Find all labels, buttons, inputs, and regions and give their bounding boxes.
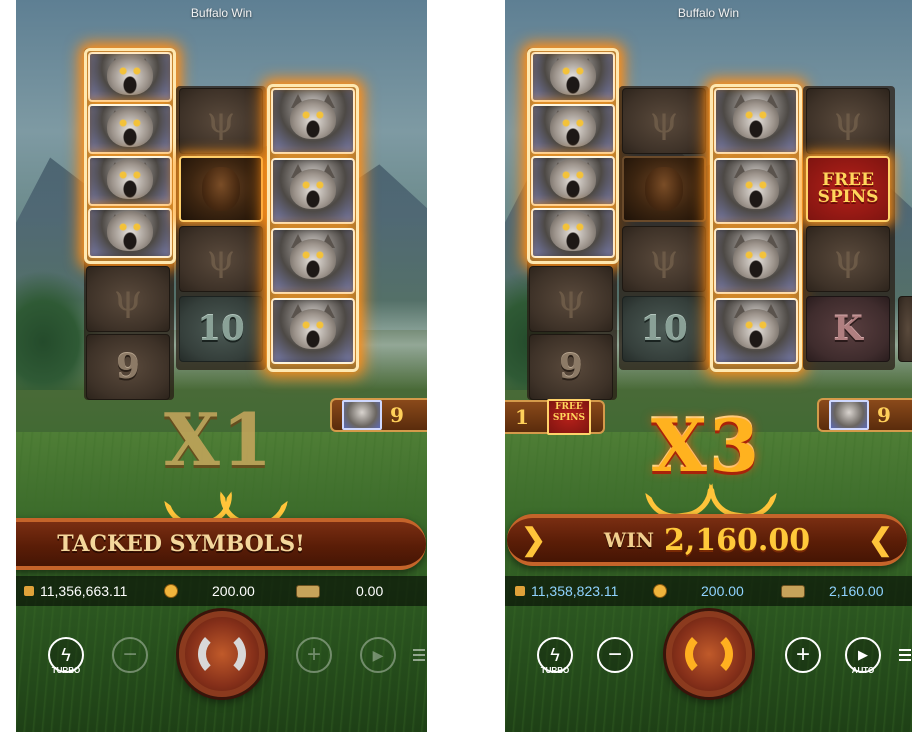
wheat-symbol	[622, 226, 706, 292]
spin-button[interactable]	[666, 611, 752, 697]
wolf-icon	[342, 400, 382, 430]
win-value: 2,160.00	[829, 583, 884, 599]
wolf-symbol	[88, 156, 172, 206]
win-value: 0.00	[356, 583, 384, 599]
turbo-label: TURBO	[540, 666, 570, 675]
spin-arrows-icon	[685, 630, 733, 678]
auto-label: AUTO	[851, 666, 875, 675]
wolf-symbol	[714, 88, 798, 154]
menu-icon[interactable]	[413, 649, 425, 661]
wolf-count-badge: 9	[330, 398, 427, 432]
coin-icon	[653, 584, 667, 598]
coin-icon	[164, 584, 178, 598]
win-icon	[296, 584, 320, 598]
wolf-icon	[829, 400, 869, 430]
decrease-bet-button[interactable]: −	[597, 637, 633, 673]
wolf-symbol	[88, 104, 172, 154]
game-title: Buffalo Win	[190, 6, 253, 20]
lightning-icon: ϟ	[61, 644, 71, 665]
bet-value: 200.00	[212, 583, 255, 599]
balance-value: 11,358,823.11	[531, 583, 619, 599]
multiplier-label: X3	[651, 403, 761, 488]
buffalo-symbol	[179, 156, 263, 222]
win-amount: 2,160.00	[663, 522, 811, 558]
play-icon: ▶	[372, 646, 384, 663]
wallet-icon	[515, 586, 525, 596]
nine-symbol: 9	[86, 334, 170, 400]
wheat-symbol	[179, 226, 263, 292]
mustache-ornament	[647, 480, 775, 516]
autoplay-button[interactable]: ▶	[360, 637, 396, 673]
turbo-button[interactable]: ϟ TURBO	[48, 637, 84, 675]
ten-symbol: 10	[622, 296, 706, 362]
win-banner: ❯ WIN 2,160.00 ❮	[507, 514, 907, 566]
free-spins-count: 1	[515, 405, 529, 429]
turbo-button[interactable]: ϟ TURBO	[537, 637, 573, 675]
nine-symbol: 9	[529, 334, 613, 400]
info-bar: 11,358,823.11 200.00 2,160.00	[505, 576, 912, 606]
bet-value: 200.00	[701, 583, 744, 599]
ten-symbol: 10	[179, 296, 263, 362]
menu-icon[interactable]	[899, 649, 911, 661]
wheat-symbol	[622, 88, 706, 154]
free-spins-count-badge: 1 FREE SPINS	[505, 399, 605, 435]
minus-icon: −	[122, 641, 137, 668]
wolf-symbol	[531, 208, 615, 258]
arrow-right-icon: ❯	[521, 523, 547, 557]
lightning-icon: ϟ	[550, 644, 560, 665]
left-game-screen: Buffalo Win 9 10 9 X1 TACKED SYMBOLS! 11…	[16, 0, 427, 732]
wolf-symbol	[271, 158, 355, 224]
wallet-icon	[24, 586, 34, 596]
wolf-symbol	[271, 298, 355, 364]
play-icon: ▶	[858, 647, 868, 662]
game-title: Buffalo Win	[677, 6, 740, 20]
buffalo-symbol	[622, 156, 706, 222]
wolf-symbol	[714, 298, 798, 364]
wolf-symbol	[271, 228, 355, 294]
win-icon	[781, 584, 805, 598]
wolf-symbol	[714, 228, 798, 294]
wolf-symbol	[88, 208, 172, 258]
wolf-count: 9	[877, 403, 891, 427]
wolf-symbol	[88, 52, 172, 102]
free-spins-symbol: FREE SPINS	[806, 156, 890, 222]
wheat-symbol	[529, 266, 613, 332]
free-spins-symbol-text: FREE SPINS	[817, 170, 879, 207]
plus-icon: +	[795, 641, 810, 668]
wolf-symbol	[531, 156, 615, 206]
wolf-symbol	[714, 158, 798, 224]
right-game-screen: Buffalo Win 9 10 FREE SPINS K 1 FREE SPI…	[505, 0, 912, 732]
info-bar: 11,356,663.11 200.00 0.00	[16, 576, 427, 606]
wolf-symbol	[531, 104, 615, 154]
wheat-symbol	[806, 226, 890, 292]
free-spins-icon: FREE SPINS	[546, 399, 591, 435]
balance-value: 11,356,663.11	[40, 583, 128, 599]
arrow-left-icon: ❮	[867, 523, 893, 557]
wheat-symbol	[806, 88, 890, 154]
free-spins-icon-text: FREE SPINS	[552, 402, 586, 423]
spin-arrows-icon	[198, 630, 246, 678]
king-symbol: K	[806, 296, 890, 362]
win-label: WIN	[603, 528, 654, 552]
banner-message: TACKED SYMBOLS!	[57, 531, 305, 557]
turbo-label: TURBO	[51, 666, 81, 675]
wolf-count: 9	[390, 403, 404, 427]
spin-button[interactable]	[179, 611, 265, 697]
wheat-symbol	[86, 266, 170, 332]
autoplay-button[interactable]: ▶ AUTO	[845, 637, 881, 675]
wolf-count-badge: 9	[817, 398, 912, 432]
message-banner: TACKED SYMBOLS!	[16, 518, 426, 570]
wolf-symbol	[271, 88, 355, 154]
minus-icon: −	[607, 641, 622, 668]
plus-icon: +	[306, 641, 321, 668]
multiplier-label: X1	[164, 397, 274, 482]
partial-symbol	[898, 296, 912, 362]
wolf-symbol	[531, 52, 615, 102]
increase-bet-button[interactable]: +	[785, 637, 821, 673]
wheat-symbol	[179, 88, 263, 154]
increase-bet-button[interactable]: +	[296, 637, 332, 673]
decrease-bet-button[interactable]: −	[112, 637, 148, 673]
